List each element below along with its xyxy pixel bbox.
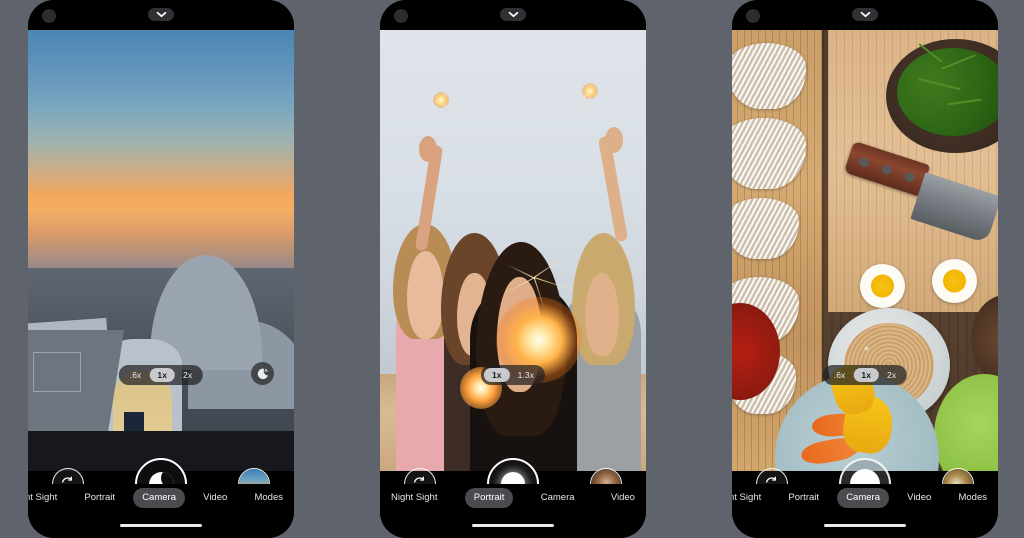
home-indicator[interactable] xyxy=(120,524,202,527)
mockup-stage: .6x 1x 2x A nt Sight Portrait Camera Vid… xyxy=(0,0,1024,538)
phone-1: .6x 1x 2x A nt Sight Portrait Camera Vid… xyxy=(28,0,294,538)
phone-2-zoom-selector[interactable]: 1x 1.3x xyxy=(480,364,546,385)
phone-3-viewfinder[interactable]: .6x 1x 2x xyxy=(732,30,998,471)
night-sight-auto-icon: A xyxy=(257,368,268,379)
phone-3: .6x 1x 2x nt Sight Portrait Camera Video… xyxy=(732,0,998,538)
phone-2-top-bar xyxy=(380,0,646,30)
zoom-option-1x[interactable]: 1x xyxy=(149,367,176,382)
phone-1-screen: .6x 1x 2x A nt Sight Portrait Camera Vid… xyxy=(28,0,294,538)
phone-1-zoom-selector[interactable]: .6x 1x 2x xyxy=(118,364,204,385)
mode-camera[interactable]: Camera xyxy=(532,488,584,508)
zoom-option-0_6x[interactable]: .6x xyxy=(826,368,854,383)
zoom-option-1_3x[interactable]: 1.3x xyxy=(510,368,542,383)
phone-3-top-bar xyxy=(732,0,998,30)
chevron-down-icon xyxy=(508,11,518,18)
mode-camera[interactable]: Camera xyxy=(133,488,185,508)
phone-1-top-bar xyxy=(28,0,294,30)
night-sight-auto-badge[interactable]: A xyxy=(251,362,274,385)
front-camera-hole xyxy=(394,9,408,23)
phone-3-mode-bar[interactable]: nt Sight Portrait Camera Video Modes xyxy=(732,484,998,512)
mode-camera[interactable]: Camera xyxy=(837,488,889,508)
home-indicator[interactable] xyxy=(472,524,554,527)
mode-video[interactable]: Video xyxy=(194,488,236,508)
mode-night-sight[interactable]: nt Sight xyxy=(28,488,66,508)
phone-1-preview-image xyxy=(28,30,294,471)
mode-portrait[interactable]: Portrait xyxy=(779,488,828,508)
chevron-down-icon xyxy=(156,11,166,18)
front-camera-hole xyxy=(746,9,760,23)
phone-2: 1x 1.3x Night Sight Portrait Camera Vide… xyxy=(380,0,646,538)
phone-1-mode-bar[interactable]: nt Sight Portrait Camera Video Modes xyxy=(28,484,294,512)
mode-modes[interactable]: Modes xyxy=(949,488,996,508)
home-indicator[interactable] xyxy=(824,524,906,527)
zoom-option-0_6x[interactable]: .6x xyxy=(122,368,150,383)
front-camera-hole xyxy=(42,9,56,23)
chevron-down-icon xyxy=(860,11,870,18)
mode-video[interactable]: Video xyxy=(898,488,940,508)
zoom-option-2x[interactable]: 2x xyxy=(175,368,200,383)
zoom-option-2x[interactable]: 2x xyxy=(879,368,904,383)
zoom-option-1x[interactable]: 1x xyxy=(483,367,510,382)
phone-1-viewfinder[interactable]: .6x 1x 2x A xyxy=(28,30,294,471)
svg-text:A: A xyxy=(264,368,268,374)
mode-portrait[interactable]: Portrait xyxy=(464,488,514,508)
settings-expander-button[interactable] xyxy=(148,8,174,21)
mode-night-sight[interactable]: nt Sight xyxy=(732,488,770,508)
phone-2-viewfinder[interactable]: 1x 1.3x xyxy=(380,30,646,471)
zoom-option-1x[interactable]: 1x xyxy=(853,367,880,382)
phone-3-screen: .6x 1x 2x nt Sight Portrait Camera Video… xyxy=(732,0,998,538)
mode-video[interactable]: Video xyxy=(602,488,644,508)
phone-3-zoom-selector[interactable]: .6x 1x 2x xyxy=(822,364,908,385)
phone-2-mode-bar[interactable]: Night Sight Portrait Camera Video xyxy=(380,484,646,512)
settings-expander-button[interactable] xyxy=(500,8,526,21)
phone-2-preview-image xyxy=(380,30,646,471)
settings-expander-button[interactable] xyxy=(852,8,878,21)
phone-3-preview-image xyxy=(732,30,998,471)
mode-modes[interactable]: Modes xyxy=(245,488,292,508)
mode-night-sight[interactable]: Night Sight xyxy=(382,488,446,508)
phone-2-screen: 1x 1.3x Night Sight Portrait Camera Vide… xyxy=(380,0,646,538)
mode-portrait[interactable]: Portrait xyxy=(75,488,124,508)
